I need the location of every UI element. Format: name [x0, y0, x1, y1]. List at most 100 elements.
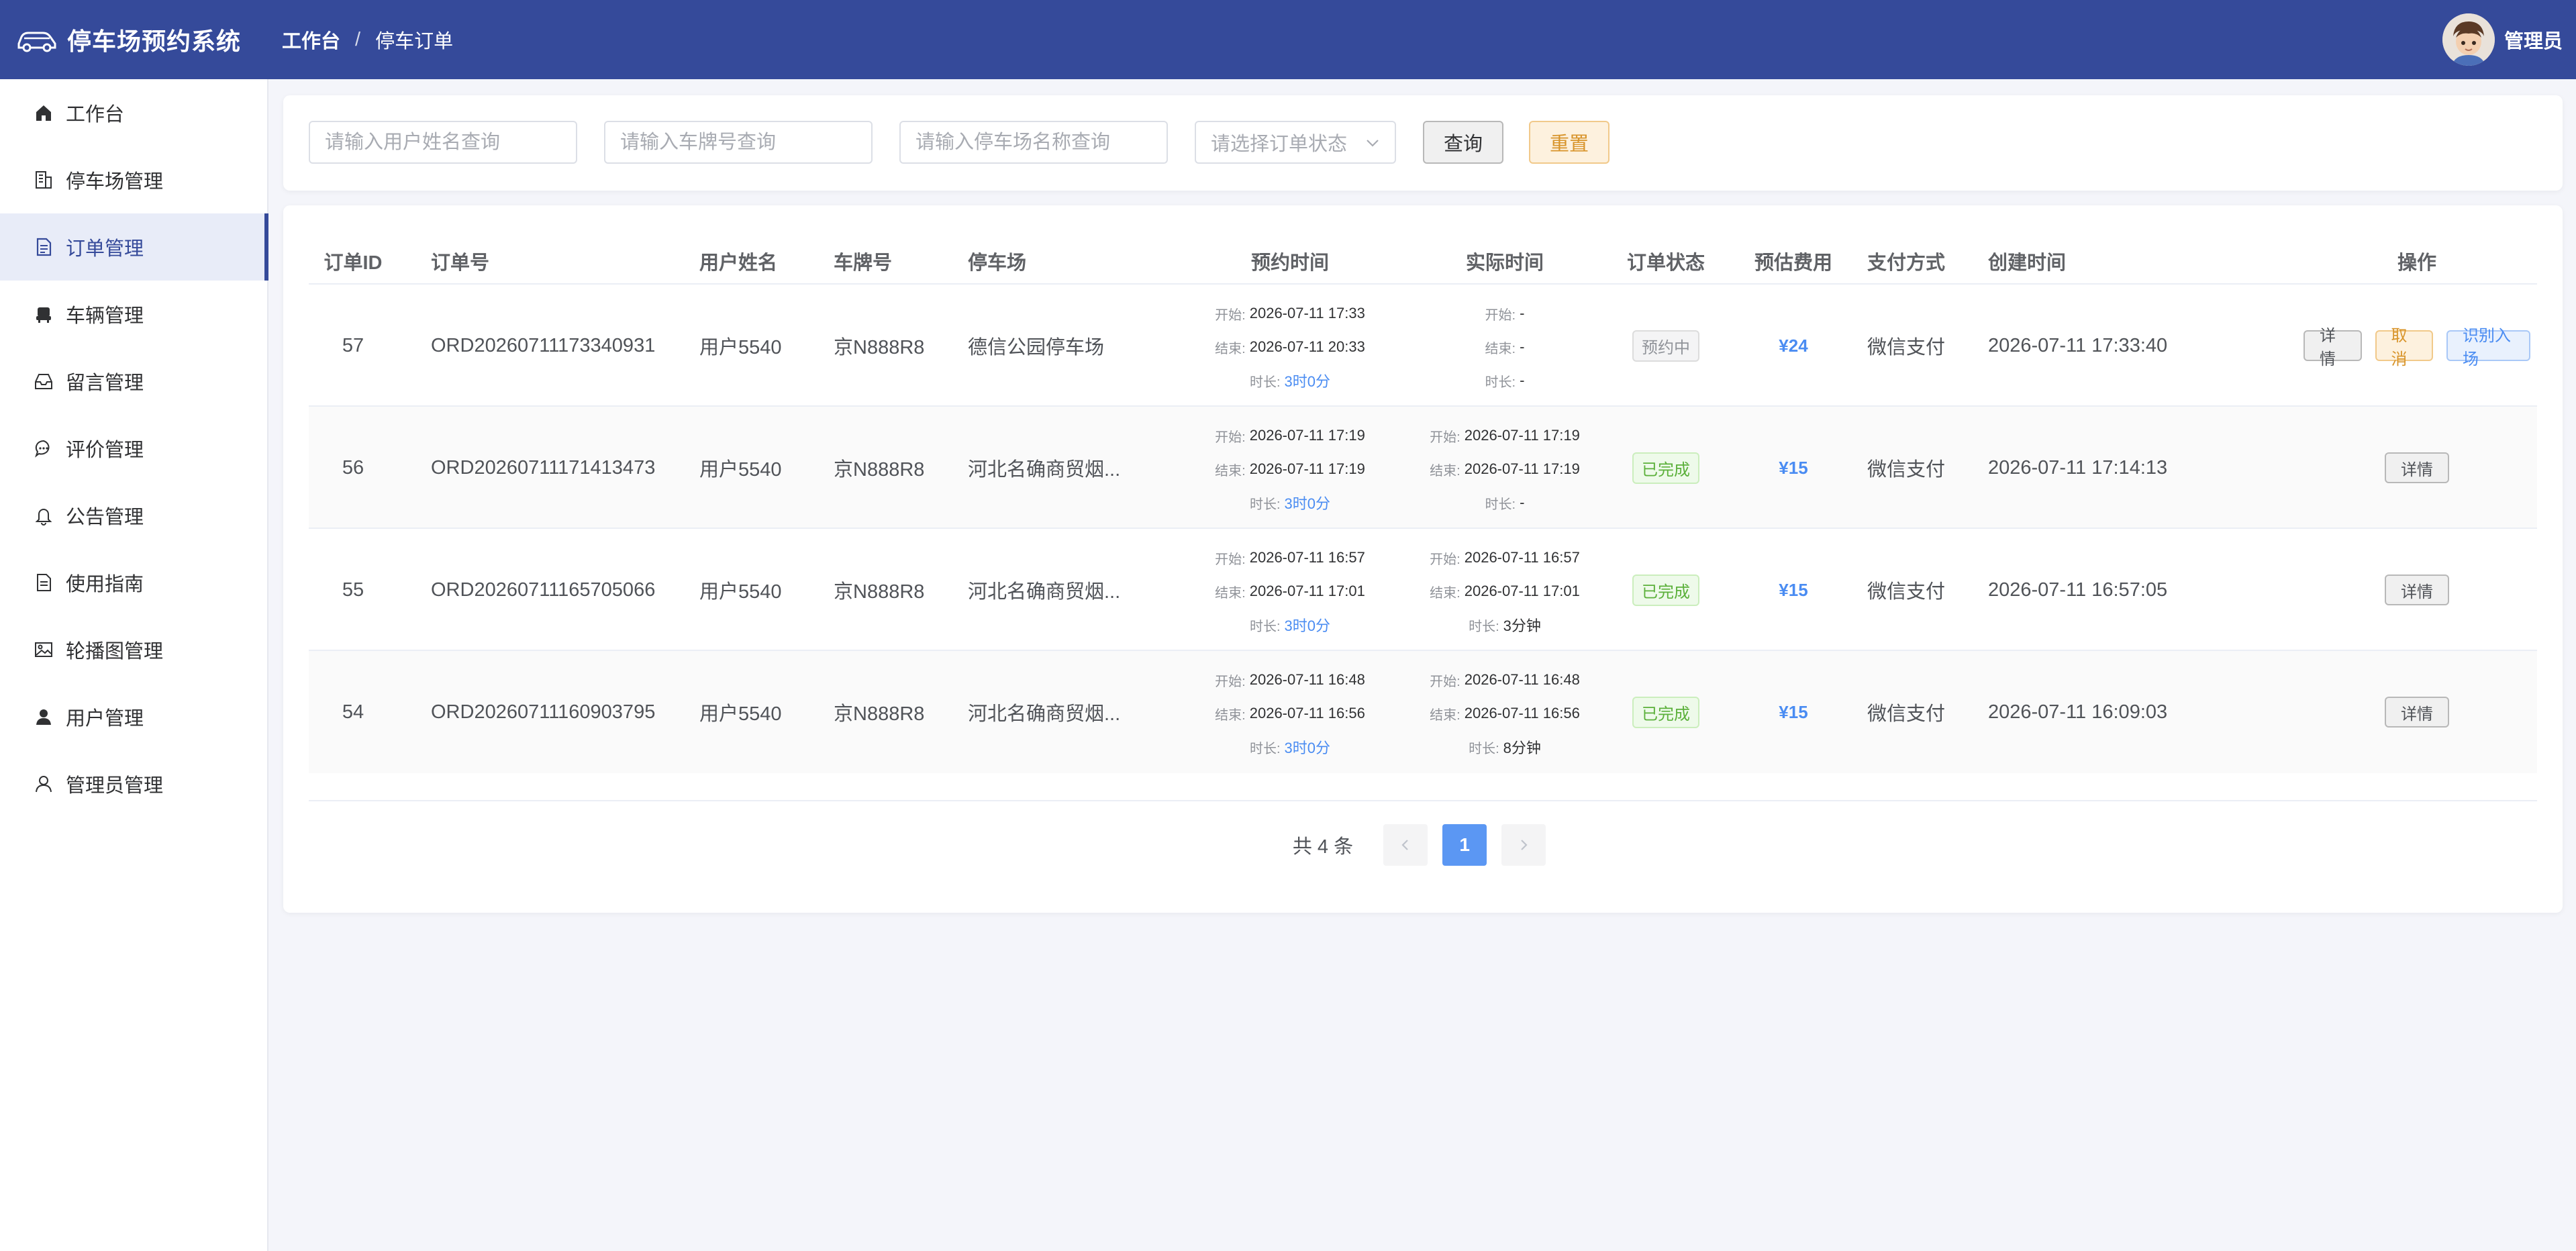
- start-label: 开始:: [1215, 674, 1246, 689]
- end-label: 结束:: [1215, 585, 1246, 601]
- reserved-duration: 3时0分: [1284, 495, 1331, 512]
- recognize-entry-button[interactable]: 识别入场: [2446, 327, 2530, 368]
- chevron-right-icon: [1521, 840, 1528, 850]
- username: 用户5540: [699, 703, 782, 725]
- document-icon: [32, 236, 55, 258]
- created-time: 2026-07-11 16:57:05: [1988, 579, 2168, 601]
- app-title: 停车场预约系统: [67, 28, 242, 55]
- column-header-plate: 车牌号: [834, 252, 893, 274]
- total-count: 共 4 条: [1292, 836, 1354, 858]
- order-status-select[interactable]: 请选择订单状态: [1195, 121, 1396, 164]
- status-badge: 已完成: [1632, 574, 1699, 606]
- breadcrumb-current: 停车订单: [375, 31, 454, 52]
- sidebar-item-orders[interactable]: 订单管理: [0, 213, 268, 281]
- sidebar-item-reviews[interactable]: 评价管理: [0, 415, 267, 482]
- status-badge: 已完成: [1632, 696, 1699, 728]
- breadcrumb-separator: /: [355, 28, 361, 50]
- chevron-left-icon: [1401, 840, 1408, 850]
- start-label: 开始:: [1485, 307, 1516, 323]
- sidebar-item-admins[interactable]: 管理员管理: [0, 750, 267, 817]
- inbox-icon: [32, 370, 55, 393]
- end-label: 结束:: [1430, 585, 1460, 601]
- sidebar-item-users[interactable]: 用户管理: [0, 683, 267, 750]
- row-actions: 详情: [2297, 529, 2537, 651]
- table-row: 55 ORD20260711165705066 用户5540 京N888R8 河…: [309, 528, 2537, 651]
- end-label: 结束:: [1485, 341, 1516, 356]
- orders-table-card: 订单ID 订单号 用户姓名 车牌号 停车场 预约时间 实际时间 订单状态 预估费…: [283, 205, 2563, 913]
- duration-label: 时长:: [1485, 497, 1516, 512]
- status-badge: 预约中: [1632, 330, 1699, 362]
- query-button[interactable]: 查询: [1423, 121, 1503, 164]
- reset-button[interactable]: 重置: [1529, 121, 1609, 164]
- reserved-duration: 3时0分: [1284, 373, 1331, 390]
- column-header-username: 用户姓名: [699, 252, 778, 274]
- breadcrumb-home[interactable]: 工作台: [282, 26, 340, 54]
- sidebar-item-label: 用户管理: [66, 708, 144, 730]
- car-icon: [17, 32, 56, 52]
- parking-lot-search-input[interactable]: [899, 121, 1168, 164]
- plate-search-input[interactable]: [604, 121, 873, 164]
- actual-duration: 3分钟: [1503, 617, 1541, 634]
- start-label: 开始:: [1430, 552, 1460, 567]
- end-label: 结束:: [1430, 463, 1460, 479]
- created-time: 2026-07-11 16:09:03: [1988, 701, 2168, 723]
- end-label: 结束:: [1215, 707, 1246, 723]
- guide-document-icon: [32, 571, 55, 594]
- actual-start: 2026-07-11 17:19: [1464, 427, 1580, 444]
- estimated-fee: ¥15: [1779, 701, 1808, 722]
- sidebar-item-label: 公告管理: [66, 507, 144, 528]
- detail-button[interactable]: 详情: [2303, 327, 2362, 368]
- reserved-start: 2026-07-11 16:48: [1249, 671, 1365, 688]
- status-badge: 已完成: [1632, 452, 1699, 484]
- sidebar-item-dashboard[interactable]: 工作台: [0, 79, 267, 146]
- pagination: 共 4 条 1: [283, 824, 2563, 866]
- plate-number: 京N888R8: [834, 581, 925, 603]
- actual-end: 2026-07-11 16:56: [1464, 705, 1580, 721]
- duration-label: 时长:: [1469, 741, 1499, 756]
- building-icon: [32, 168, 55, 191]
- detail-button[interactable]: 详情: [2385, 452, 2449, 483]
- payment-method: 微信支付: [1867, 581, 1946, 603]
- table-divider: [309, 800, 2537, 801]
- avatar[interactable]: [2442, 13, 2495, 66]
- sidebar-item-banners[interactable]: 轮播图管理: [0, 616, 267, 683]
- sidebar-item-messages[interactable]: 留言管理: [0, 348, 267, 415]
- prev-page-button[interactable]: [1383, 824, 1428, 866]
- actual-end: 2026-07-11 17:19: [1464, 460, 1580, 477]
- order-status-placeholder: 请选择订单状态: [1211, 134, 1348, 155]
- sidebar-item-vehicles[interactable]: 车辆管理: [0, 281, 267, 348]
- order-number: ORD20260711171413473: [431, 456, 656, 479]
- order-id: 57: [342, 334, 364, 356]
- order-id: 55: [342, 579, 364, 601]
- column-header-order-id: 订单ID: [324, 252, 383, 274]
- user-filled-icon: [32, 705, 55, 728]
- sidebar-item-label: 订单管理: [66, 238, 144, 260]
- estimated-fee: ¥24: [1779, 335, 1808, 356]
- sidebar-item-parking-lots[interactable]: 停车场管理: [0, 146, 267, 213]
- detail-button[interactable]: 详情: [2385, 574, 2449, 605]
- sidebar-item-label: 留言管理: [66, 372, 144, 394]
- detail-button[interactable]: 详情: [2385, 697, 2449, 728]
- picture-icon: [32, 638, 55, 661]
- reserved-time: 开始: 2026-07-11 17:19 结束: 2026-07-11 17:19 …: [1183, 419, 1397, 519]
- created-time: 2026-07-11 17:33:40: [1988, 334, 2168, 356]
- app-logo[interactable]: 停车场预约系统: [15, 0, 241, 79]
- column-header-order-no: 订单号: [431, 252, 490, 274]
- duration-label: 时长:: [1249, 741, 1281, 756]
- payment-method: 微信支付: [1867, 337, 1946, 358]
- estimated-fee: ¥15: [1779, 457, 1808, 478]
- order-id: 56: [342, 456, 364, 479]
- sidebar: 工作台 停车场管理 订单管理 车辆管理 留言管理 评价管理 公告管理 使用指南 …: [0, 79, 268, 1251]
- page-button-current[interactable]: 1: [1442, 824, 1487, 866]
- start-label: 开始:: [1215, 430, 1246, 445]
- column-header-actions: 操作: [2397, 252, 2436, 274]
- reserved-start: 2026-07-11 16:57: [1249, 549, 1365, 566]
- sidebar-item-announcements[interactable]: 公告管理: [0, 482, 267, 549]
- actual-time: 开始: - 结束: - 时长: -: [1397, 297, 1612, 397]
- cancel-button[interactable]: 取消: [2375, 327, 2433, 368]
- next-page-button[interactable]: [1501, 824, 1546, 866]
- username-search-input[interactable]: [309, 121, 577, 164]
- sidebar-item-guide[interactable]: 使用指南: [0, 549, 267, 616]
- user-menu[interactable]: 管理员: [2442, 0, 2563, 79]
- column-header-reserved-time: 预约时间: [1250, 252, 1329, 274]
